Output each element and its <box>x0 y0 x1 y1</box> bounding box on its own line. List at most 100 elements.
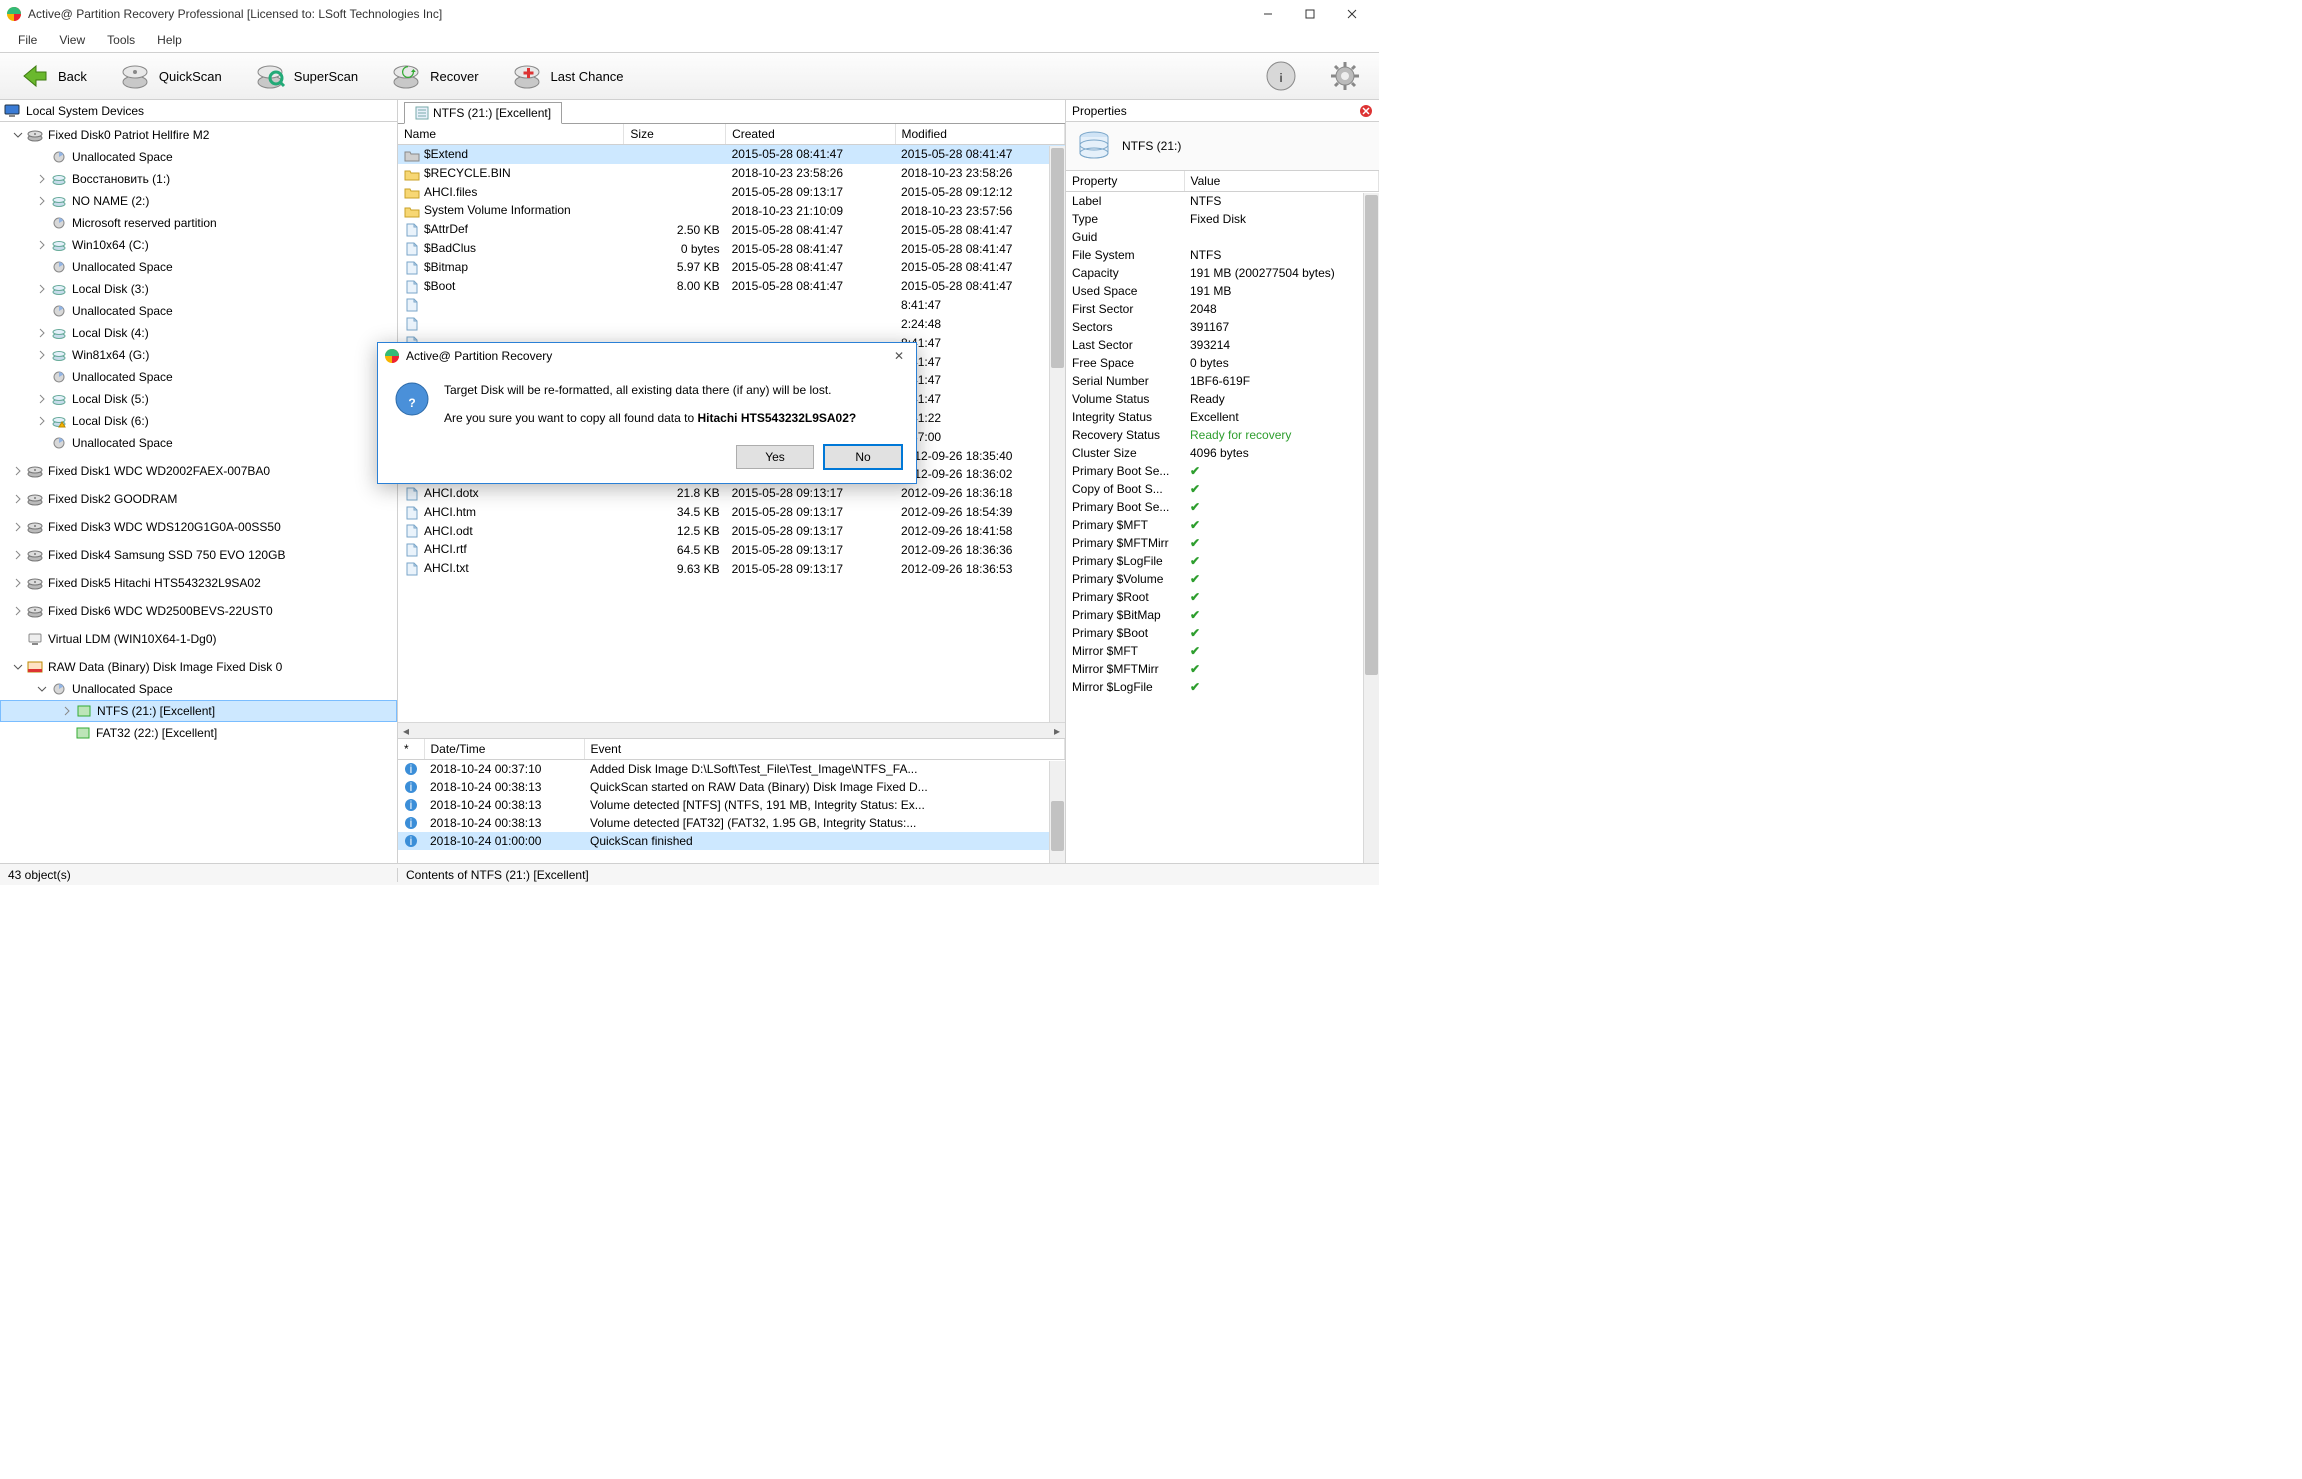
file-row[interactable]: $Boot8.00 KB2015-05-28 08:41:472015-05-2… <box>398 277 1065 296</box>
settings-button[interactable] <box>1321 56 1369 96</box>
log-row[interactable]: i2018-10-24 01:00:00QuickScan finished <box>398 832 1065 850</box>
col-created[interactable]: Created <box>726 124 895 145</box>
file-vscrollbar[interactable] <box>1049 146 1065 722</box>
tree-item[interactable]: Fixed Disk4 Samsung SSD 750 EVO 120GB <box>0 544 397 566</box>
file-row[interactable]: 8:41:47 <box>398 296 1065 315</box>
file-row[interactable]: AHCI.odt12.5 KB2015-05-28 09:13:172012-0… <box>398 522 1065 541</box>
tree-twisty[interactable] <box>36 305 48 317</box>
tree-item[interactable]: Local Disk (5:) <box>0 388 397 410</box>
col-size[interactable]: Size <box>624 124 726 145</box>
tree-item[interactable]: Virtual LDM (WIN10X64-1-Dg0) <box>0 628 397 650</box>
file-row[interactable]: AHCI.files2015-05-28 09:13:172015-05-28 … <box>398 183 1065 202</box>
tree-item[interactable]: Unallocated Space <box>0 678 397 700</box>
maximize-button[interactable] <box>1289 1 1331 27</box>
file-hscrollbar[interactable]: ◂▸ <box>398 722 1065 738</box>
file-row[interactable]: $AttrDef2.50 KB2015-05-28 08:41:472015-0… <box>398 220 1065 239</box>
tree-item[interactable]: Unallocated Space <box>0 432 397 454</box>
tree-item[interactable]: NTFS (21:) [Excellent] <box>0 700 397 722</box>
log-row[interactable]: i2018-10-24 00:37:10Added Disk Image D:\… <box>398 760 1065 779</box>
log-col-event[interactable]: Event <box>584 739 1065 760</box>
file-row[interactable]: $BadClus0 bytes2015-05-28 08:41:472015-0… <box>398 239 1065 258</box>
tree-twisty[interactable] <box>36 173 48 185</box>
tree-item[interactable]: Fixed Disk2 GOODRAM <box>0 488 397 510</box>
tree-item[interactable]: Fixed Disk6 WDC WD2500BEVS-22UST0 <box>0 600 397 622</box>
device-tree[interactable]: Fixed Disk0 Patriot Hellfire M2Unallocat… <box>0 122 397 863</box>
tree-twisty[interactable] <box>12 465 24 477</box>
tree-item[interactable]: Unallocated Space <box>0 146 397 168</box>
tree-item[interactable]: Fixed Disk0 Patriot Hellfire M2 <box>0 124 397 146</box>
tab-volume[interactable]: NTFS (21:) [Excellent] <box>404 102 562 124</box>
log-col-star[interactable]: * <box>398 739 424 760</box>
tree-twisty[interactable] <box>36 239 48 251</box>
tree-item[interactable]: Local Disk (4:) <box>0 322 397 344</box>
tree-twisty[interactable] <box>12 129 24 141</box>
tree-twisty[interactable] <box>36 195 48 207</box>
tree-item[interactable]: Восстановить (1:) <box>0 168 397 190</box>
tree-twisty[interactable] <box>12 493 24 505</box>
tree-twisty[interactable] <box>36 283 48 295</box>
tree-item[interactable]: Unallocated Space <box>0 366 397 388</box>
file-row[interactable]: $RECYCLE.BIN2018-10-23 23:58:262018-10-2… <box>398 164 1065 183</box>
dialog-no-button[interactable]: No <box>824 445 902 469</box>
minimize-button[interactable] <box>1247 1 1289 27</box>
lastchance-button[interactable]: Last Chance <box>503 56 632 96</box>
info-button[interactable]: i <box>1257 56 1305 96</box>
back-button[interactable]: Back <box>10 56 95 96</box>
menu-file[interactable]: File <box>8 30 47 50</box>
tree-item[interactable]: FAT32 (22:) [Excellent] <box>0 722 397 744</box>
tree-item[interactable]: Fixed Disk3 WDC WDS120G1G0A-00SS50 <box>0 516 397 538</box>
tree-item[interactable]: RAW Data (Binary) Disk Image Fixed Disk … <box>0 656 397 678</box>
tree-twisty[interactable] <box>12 661 24 673</box>
menu-view[interactable]: View <box>49 30 95 50</box>
log-vscrollbar[interactable] <box>1049 761 1065 863</box>
file-row[interactable]: AHCI.dotx21.8 KB2015-05-28 09:13:172012-… <box>398 484 1065 503</box>
tree-item[interactable]: Unallocated Space <box>0 256 397 278</box>
tree-twisty[interactable] <box>61 705 73 717</box>
log-col-datetime[interactable]: Date/Time <box>424 739 584 760</box>
properties-close-icon[interactable] <box>1359 104 1373 118</box>
prop-col-value[interactable]: Value <box>1184 171 1379 192</box>
tree-twisty[interactable] <box>36 437 48 449</box>
tree-item[interactable]: Fixed Disk1 WDC WD2002FAEX-007BA0 <box>0 460 397 482</box>
tree-twisty[interactable] <box>36 393 48 405</box>
tree-twisty[interactable] <box>12 549 24 561</box>
menu-tools[interactable]: Tools <box>97 30 145 50</box>
file-row[interactable]: AHCI.txt9.63 KB2015-05-28 09:13:172012-0… <box>398 559 1065 578</box>
tree-twisty[interactable] <box>12 605 24 617</box>
tree-twisty[interactable] <box>12 633 24 645</box>
file-row[interactable]: AHCI.htm34.5 KB2015-05-28 09:13:172012-0… <box>398 503 1065 522</box>
tree-item[interactable]: Unallocated Space <box>0 300 397 322</box>
menu-help[interactable]: Help <box>147 30 192 50</box>
prop-vscrollbar[interactable] <box>1363 193 1379 863</box>
col-modified[interactable]: Modified <box>895 124 1064 145</box>
tree-item[interactable]: NO NAME (2:) <box>0 190 397 212</box>
dialog-close-icon[interactable]: ✕ <box>888 347 910 365</box>
tree-twisty[interactable] <box>36 683 48 695</box>
file-row[interactable]: $Extend2015-05-28 08:41:472015-05-28 08:… <box>398 145 1065 164</box>
recover-button[interactable]: Recover <box>382 56 486 96</box>
file-row[interactable]: $Bitmap5.97 KB2015-05-28 08:41:472015-05… <box>398 258 1065 277</box>
properties-list[interactable]: Property Value LabelNTFSTypeFixed DiskGu… <box>1066 171 1379 863</box>
tree-twisty[interactable] <box>12 521 24 533</box>
superscan-button[interactable]: SuperScan <box>246 56 366 96</box>
tree-twisty[interactable] <box>36 371 48 383</box>
close-button[interactable] <box>1331 1 1373 27</box>
log-row[interactable]: i2018-10-24 00:38:13Volume detected [FAT… <box>398 814 1065 832</box>
prop-col-key[interactable]: Property <box>1066 171 1184 192</box>
dialog-yes-button[interactable]: Yes <box>736 445 814 469</box>
tree-twisty[interactable] <box>60 727 72 739</box>
col-name[interactable]: Name <box>398 124 624 145</box>
tree-item[interactable]: Fixed Disk5 Hitachi HTS543232L9SA02 <box>0 572 397 594</box>
tree-twisty[interactable] <box>36 415 48 427</box>
quickscan-button[interactable]: QuickScan <box>111 56 230 96</box>
file-row[interactable]: AHCI.rtf64.5 KB2015-05-28 09:13:172012-0… <box>398 540 1065 559</box>
file-row[interactable]: 2:24:48 <box>398 314 1065 333</box>
tree-twisty[interactable] <box>36 217 48 229</box>
tree-twisty[interactable] <box>36 349 48 361</box>
tree-item[interactable]: Local Disk (3:) <box>0 278 397 300</box>
tree-item[interactable]: Win10x64 (C:) <box>0 234 397 256</box>
tree-item[interactable]: Microsoft reserved partition <box>0 212 397 234</box>
log-row[interactable]: i2018-10-24 00:38:13Volume detected [NTF… <box>398 796 1065 814</box>
tree-twisty[interactable] <box>12 577 24 589</box>
tree-twisty[interactable] <box>36 327 48 339</box>
